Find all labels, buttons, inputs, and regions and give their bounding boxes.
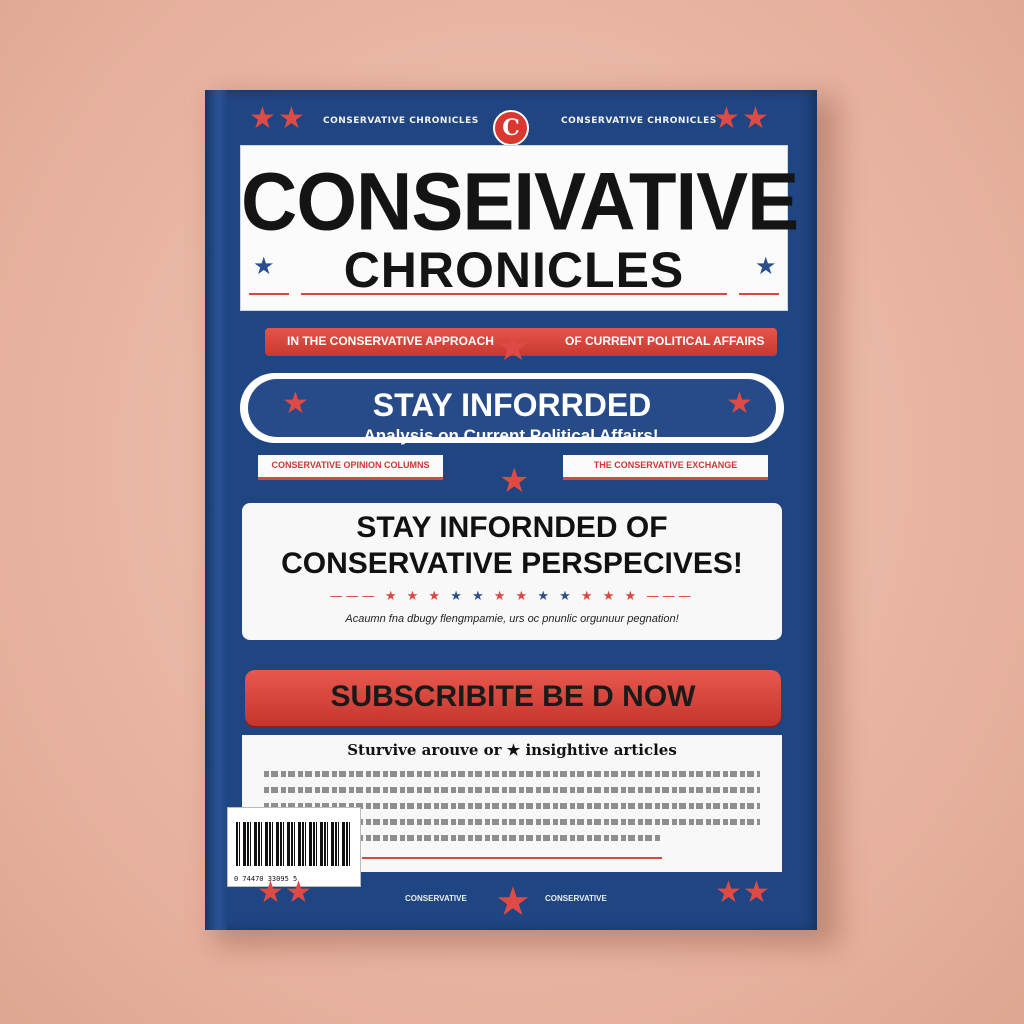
star-icon: ★: [743, 875, 770, 910]
star-icon: ★: [713, 101, 740, 136]
top-left-text: CONSERVATIVE CHRONICLES: [323, 116, 479, 126]
star-icon: ★: [726, 386, 753, 421]
text-line: [264, 787, 760, 793]
star-icon: ★: [257, 875, 284, 910]
subscribe-text: SUBSCRIBITE BE D NOW: [330, 680, 696, 713]
star-icon: ★: [253, 252, 275, 280]
star-icon: ★: [278, 101, 305, 136]
magazine-spine: [205, 90, 227, 930]
top-right-text: CONSERVATIVE CHRONICLES: [561, 116, 717, 126]
text-line: [264, 771, 760, 777]
small-label-right-text: THE CONSERVATIVE EXCHANGE: [593, 460, 738, 470]
banner-headline: STAY INFORRDED: [372, 387, 652, 423]
small-label-left-text: CONSERVATIVE OPINION COLUMNS: [271, 460, 430, 470]
barcode-bars: [236, 822, 352, 866]
feature-subtext: Acaumn fna dbugy flengmpamie, urs oc pnu…: [345, 613, 679, 625]
magazine-title: CONSEIVATIVE: [241, 154, 799, 248]
magazine-subtitle: CHRONICLES: [343, 242, 685, 298]
bottom-right-text: CONSERVATIVE: [545, 894, 607, 903]
article-heading: Sturvive arouve or ★ insightive articles: [347, 741, 677, 759]
feature-headline: STAY INFORNDED OF: [356, 511, 668, 544]
small-label-left: CONSERVATIVE OPINION COLUMNS: [258, 455, 443, 480]
divider: [301, 293, 727, 295]
ribbon-right-text: OF CURRENT POLITICAL AFFAIRS: [565, 334, 765, 348]
star-icon: ★: [715, 875, 742, 910]
star-icon: ★: [285, 875, 312, 910]
star-icon: ★: [742, 101, 769, 136]
divider: [249, 293, 289, 295]
feature-panel: STAY INFORNDED OF CONSERVATIVE PERSPECIV…: [242, 503, 782, 640]
logo-badge: C: [493, 110, 529, 146]
magazine-cover: ★ ★ CONSERVATIVE CHRONICLES C CONSERVATI…: [205, 90, 817, 930]
star-icon: ★: [496, 325, 531, 369]
star-icon: ★: [495, 879, 531, 925]
divider: [739, 293, 779, 295]
star-icon: ★: [249, 101, 276, 136]
feature-headline-2: CONSERVATIVE PERSPECIVES!: [281, 547, 743, 580]
small-label-right: THE CONSERVATIVE EXCHANGE: [563, 455, 768, 480]
subscribe-banner: SUBSCRIBITE BE D NOW: [245, 670, 781, 726]
star-divider: ——— ★ ★ ★ ★ ★ ★ ★ ★ ★ ★ ★ ★ ———: [329, 589, 695, 604]
star-icon: ★: [755, 252, 777, 280]
divider: [362, 857, 662, 859]
bottom-left-text: CONSERVATIVE: [405, 894, 467, 903]
ribbon-left-text: IN THE CONSERVATIVE APPROACH: [287, 334, 494, 348]
banner-subheadline: Analysis on Current Political Affairs!: [363, 426, 659, 445]
title-box: CONSEIVATIVE CHRONICLES ★ ★: [240, 145, 799, 311]
star-icon: ★: [499, 461, 530, 501]
